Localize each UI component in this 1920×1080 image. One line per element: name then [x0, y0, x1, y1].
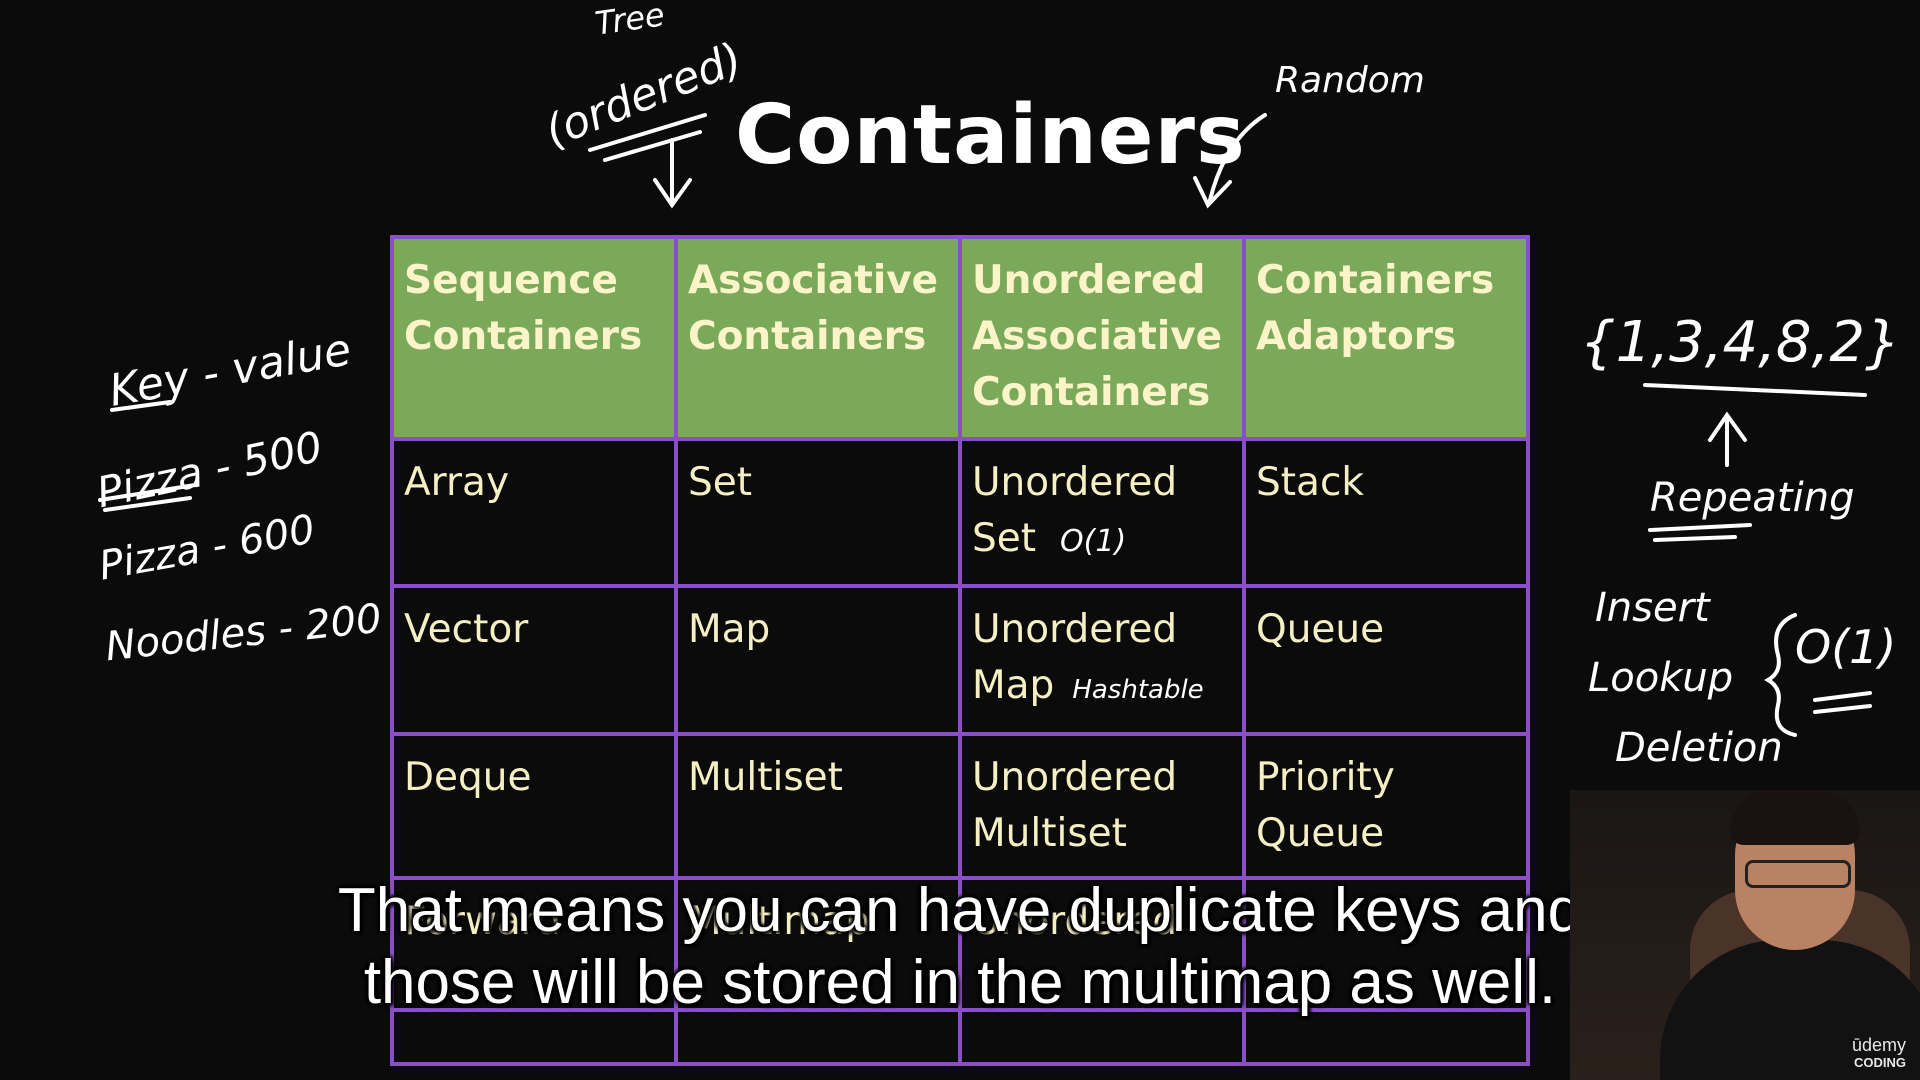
- annotation-insert: Insert: [1595, 585, 1710, 631]
- annotation-random: Random: [1275, 60, 1425, 101]
- table-header-row: Sequence Containers Associative Containers…: [390, 235, 1530, 441]
- cell-array: Array: [390, 437, 678, 588]
- cell-stack: Stack: [1242, 437, 1530, 588]
- table-row: Deque Multiset Unordered Multiset Priorit…: [390, 732, 1530, 880]
- annotation-ordered: (ordered): [537, 33, 750, 158]
- annotation-key-value: Key - value: [105, 324, 356, 417]
- header-sequence-containers: Sequence Containers: [390, 235, 678, 441]
- udemy-logo: ūdemy CODING: [1851, 1035, 1906, 1070]
- annotation-o1-complexity: O(1): [1795, 620, 1897, 674]
- annotation-noodles-200: Noodles - 200: [103, 595, 384, 671]
- cell-set: Set: [674, 437, 962, 588]
- cell-unordered-set: Unordered Set O(1): [958, 437, 1246, 588]
- cell-multiset: Multiset: [674, 732, 962, 880]
- cell-priority-queue: Priority Queue: [1242, 732, 1530, 880]
- cell-unordered-multiset: Unordered Multiset: [958, 732, 1246, 880]
- webcam-overlay: ūdemy CODING: [1570, 790, 1920, 1080]
- table-row: Array Set Unordered Set O(1) Stack: [390, 437, 1530, 588]
- presenter-hair: [1730, 790, 1860, 845]
- table-row: Vector Map Unordered Map Hashtable Queue: [390, 584, 1530, 736]
- annotation-tree: Tree: [592, 0, 667, 43]
- annotation-pizza-600: Pizza - 600: [95, 506, 319, 590]
- cell-unordered-map: Unordered Map Hashtable: [958, 584, 1246, 736]
- annotation-deletion: Deletion: [1615, 725, 1783, 771]
- cell-deque: Deque: [390, 732, 678, 880]
- annotation-lookup: Lookup: [1588, 655, 1734, 701]
- annotation-pizza-500: Pizza - 500: [92, 421, 327, 518]
- glasses-icon: [1745, 860, 1851, 888]
- header-containers-adaptors: Containers Adaptors: [1242, 235, 1530, 441]
- header-associative-containers: Associative Containers: [674, 235, 962, 441]
- cell-vector: Vector: [390, 584, 678, 736]
- cell-queue: Queue: [1242, 584, 1530, 736]
- annotation-set-example: {1,3,4,8,2}: [1580, 310, 1901, 375]
- annotation-repeating: Repeating: [1650, 475, 1855, 521]
- page-title: Containers: [735, 88, 1246, 183]
- cell-map: Map: [674, 584, 962, 736]
- annotation-o1-set: O(1): [1060, 524, 1127, 559]
- header-unordered-associative-containers: Unordered Associative Containers: [958, 235, 1246, 441]
- annotation-hashtable: Hashtable: [1072, 675, 1204, 705]
